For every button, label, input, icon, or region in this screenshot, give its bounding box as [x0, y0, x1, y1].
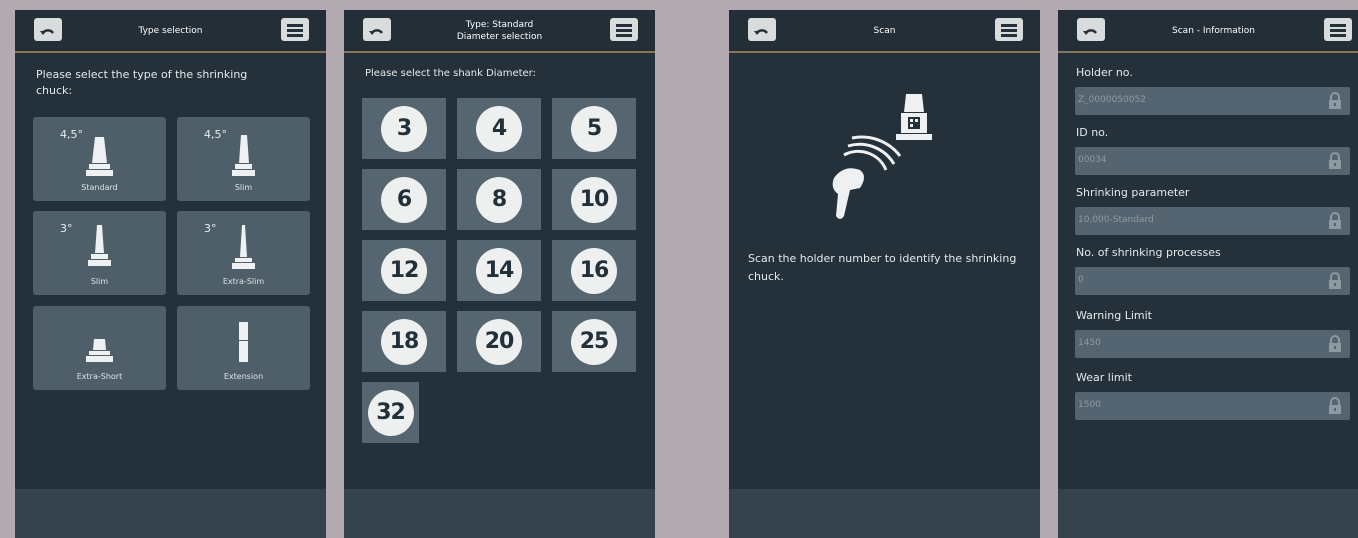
scan-instruction: Scan the holder number to identify the s…: [748, 252, 1017, 283]
lock-icon: [1329, 92, 1341, 109]
menu-button[interactable]: [995, 18, 1023, 41]
shrinking-processes-value: 0: [1078, 275, 1084, 285]
type-label: Extra-Slim: [222, 277, 265, 286]
shrinking-parameter-label: Shrinking parameter: [1076, 186, 1190, 199]
diameter-tile-32[interactable]: 32: [362, 382, 419, 443]
warning-limit-value: 1450: [1078, 338, 1101, 348]
diameter-tile-6[interactable]: 6: [362, 169, 446, 230]
type-tile-standard[interactable]: 4,5° Standard: [33, 117, 166, 201]
warning-limit-label: Warning Limit: [1076, 309, 1152, 322]
lock-icon: [1329, 152, 1341, 169]
holder-no-field: Z_0000050052: [1075, 87, 1350, 115]
id-no-label: ID no.: [1076, 126, 1109, 139]
diameter-value: 6: [381, 176, 427, 223]
screen-title: Scan: [873, 25, 896, 36]
diameter-value: 3: [381, 105, 427, 152]
screen-title: Diameter selection: [456, 31, 543, 42]
type-label: Slim: [234, 183, 253, 192]
diameter-tile-5[interactable]: 5: [552, 98, 636, 159]
diameter-tile-3[interactable]: 3: [362, 98, 446, 159]
diameter-value: 5: [571, 105, 617, 152]
diameter-tile-25[interactable]: 25: [552, 311, 636, 372]
type-tile-extension[interactable]: Extension: [177, 306, 310, 390]
header: Type selection: [15, 10, 326, 53]
diameter-tile-4[interactable]: 4: [457, 98, 541, 159]
screen-title: Scan - Information: [1172, 25, 1255, 36]
menu-button[interactable]: [281, 18, 309, 41]
diameter-value: 14: [476, 247, 522, 294]
type-label: Standard: [81, 183, 118, 192]
back-button[interactable]: [1077, 18, 1105, 41]
back-button[interactable]: [34, 18, 62, 41]
diameter-value: 8: [476, 176, 522, 223]
back-button[interactable]: [363, 18, 391, 41]
diameter-selection-screen: Type: Standard Diameter selection Please…: [344, 10, 655, 538]
lock-icon: [1329, 272, 1341, 289]
back-arrow-icon: [1083, 28, 1098, 35]
header: Type: Standard Diameter selection: [344, 10, 655, 53]
diameter-tile-14[interactable]: 14: [457, 240, 541, 301]
menu-button[interactable]: [1324, 18, 1352, 41]
lock-icon: [1329, 335, 1341, 352]
footer-bar: [344, 489, 655, 538]
type-tile-extra-slim[interactable]: 3° Extra-Slim: [177, 211, 310, 295]
type-selection-screen: Type selection Please select the type of…: [15, 10, 326, 538]
header: Scan: [729, 10, 1040, 53]
diameter-tile-20[interactable]: 20: [457, 311, 541, 372]
hamburger-icon: [1001, 23, 1017, 37]
scan-screen: Scan Scan the holder number to identify …: [729, 10, 1040, 538]
type-label: Extra-Short: [76, 372, 123, 381]
diameter-value: 32: [367, 389, 414, 436]
back-button[interactable]: [748, 18, 776, 41]
header: Scan - Information: [1058, 10, 1358, 53]
back-arrow-icon: [754, 28, 769, 35]
diameter-tile-10[interactable]: 10: [552, 169, 636, 230]
diameter-tile-16[interactable]: 16: [552, 240, 636, 301]
diameter-value: 12: [381, 247, 427, 294]
wear-limit-value: 1500: [1078, 400, 1101, 410]
footer-bar: [729, 489, 1040, 538]
type-label: Extension: [223, 372, 264, 381]
diameter-value: 10: [571, 176, 617, 223]
type-tile-slim-3[interactable]: 3° Slim: [33, 211, 166, 295]
diameter-value: 20: [476, 318, 522, 365]
wear-limit-field: 1500: [1075, 392, 1350, 420]
diameter-value: 25: [571, 318, 617, 365]
id-no-field: 00034: [1075, 147, 1350, 175]
lock-icon: [1329, 397, 1341, 414]
back-arrow-icon: [369, 28, 384, 35]
screen-title: Type selection: [138, 25, 203, 36]
holder-no-value: Z_0000050052: [1078, 95, 1146, 105]
type-prompt: Please select the type of the shrinking …: [36, 68, 248, 97]
diameter-value: 18: [381, 318, 427, 365]
type-tile-extra-short[interactable]: Extra-Short: [33, 306, 166, 390]
diameter-value: 4: [476, 105, 522, 152]
footer-bar: [1058, 489, 1358, 538]
diameter-tile-8[interactable]: 8: [457, 169, 541, 230]
shrinking-parameter-value: 10,000-Standard: [1078, 215, 1154, 225]
back-arrow-icon: [40, 28, 55, 35]
footer-bar: [15, 489, 326, 538]
warning-limit-field: 1450: [1075, 330, 1350, 358]
shrinking-processes-label: No. of shrinking processes: [1076, 246, 1221, 259]
type-tile-slim[interactable]: 4,5° Slim: [177, 117, 310, 201]
screen-title-type: Type: Standard: [465, 19, 534, 30]
hamburger-icon: [287, 23, 303, 37]
hamburger-icon: [616, 23, 632, 37]
type-label: Slim: [90, 277, 109, 286]
wear-limit-label: Wear limit: [1076, 371, 1132, 384]
diameter-tile-12[interactable]: 12: [362, 240, 446, 301]
menu-button[interactable]: [610, 18, 638, 41]
scan-information-screen: Scan - Information Holder no. Z_00000500…: [1058, 10, 1358, 538]
shrinking-parameter-field: 10,000-Standard: [1075, 207, 1350, 235]
diameter-tile-18[interactable]: 18: [362, 311, 446, 372]
barcode-scanner-icon: [832, 94, 932, 219]
shrinking-processes-field: 0: [1075, 267, 1350, 295]
lock-icon: [1329, 212, 1341, 229]
holder-no-label: Holder no.: [1076, 66, 1133, 79]
diameter-prompt: Please select the shank Diameter:: [365, 68, 536, 79]
id-no-value: 00034: [1078, 155, 1107, 165]
hamburger-icon: [1330, 23, 1346, 37]
diameter-value: 16: [571, 247, 617, 294]
